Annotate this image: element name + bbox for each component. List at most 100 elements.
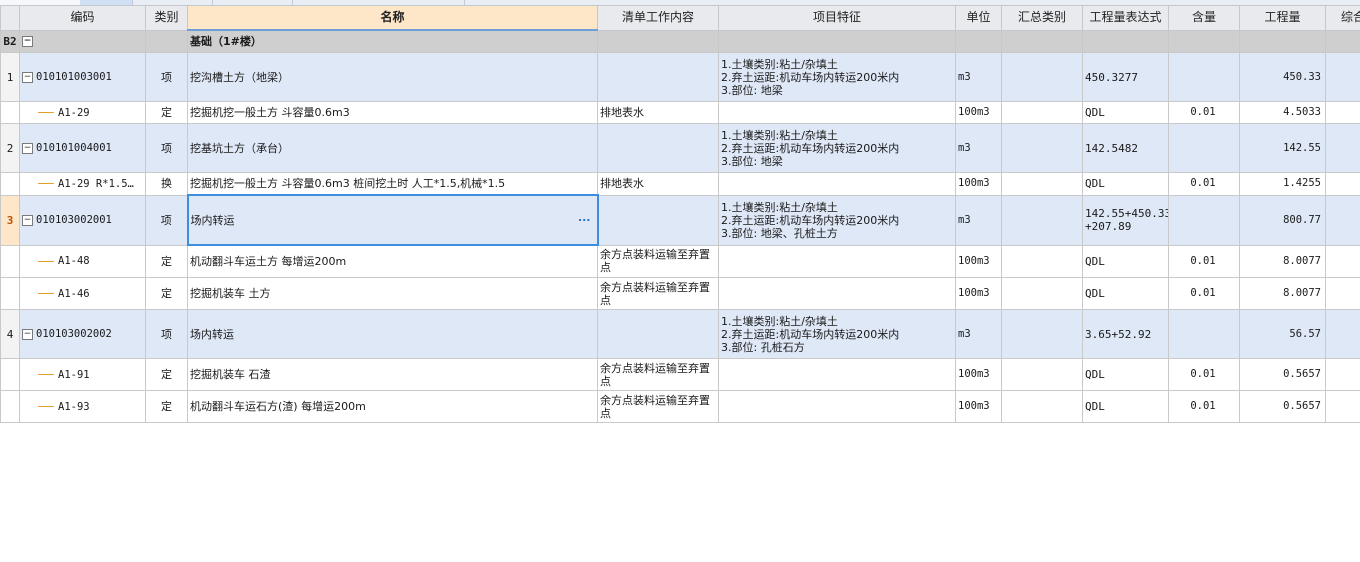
row-number[interactable] <box>0 172 20 196</box>
col-quantity-expression[interactable]: 工程量表达式 <box>1082 5 1169 31</box>
type-cell[interactable]: 定 <box>145 277 188 310</box>
col-feature[interactable]: 项目特征 <box>718 5 956 31</box>
type-cell[interactable] <box>145 29 188 53</box>
quantity-cell[interactable]: 142.55 <box>1239 123 1326 173</box>
summary-type-cell[interactable] <box>1001 244 1083 278</box>
bill-item-row[interactable]: 4−010103002002 项场内转运 1.土壤类别:粘土/杂填土 2.弃土运距:… <box>0 309 1360 359</box>
unit-cell[interactable]: 100m3 <box>955 172 1002 196</box>
code-cell[interactable]: A1-29 R*1.5… <box>19 172 146 196</box>
type-cell[interactable]: 定 <box>145 101 188 124</box>
content-cell[interactable]: 0.01 <box>1168 101 1240 124</box>
unit-cell[interactable] <box>955 29 1002 53</box>
quota-row[interactable]: A1-48 定机动翻斗车运土方 每增运200m 余方点装料运输至弃置点 100m3 QD… <box>0 244 1360 278</box>
work-content-cell[interactable]: 余方点装料运输至弃置点 <box>597 277 719 310</box>
work-cell[interactable] <box>597 29 719 53</box>
quantity-expression-cell[interactable]: 142.5482 <box>1082 123 1169 173</box>
quota-row[interactable]: A1-93 定机动翻斗车运石方(渣) 每增运200m 余方点装料运输至弃置点 100m… <box>0 390 1360 423</box>
code-cell[interactable]: A1-93 <box>19 390 146 423</box>
unit-cell[interactable]: m3 <box>955 52 1002 102</box>
content-cell[interactable]: 0.01 <box>1168 358 1240 391</box>
collapse-toggle-icon[interactable]: − <box>22 36 33 48</box>
col-composite[interactable]: 综合 <box>1325 5 1360 31</box>
summary-type-cell[interactable] <box>1001 52 1083 102</box>
quantity-cell[interactable]: 8.0077 <box>1239 244 1326 278</box>
type-cell[interactable]: 定 <box>145 358 188 391</box>
collapse-toggle-icon[interactable]: − <box>22 328 33 340</box>
name-cell[interactable]: 挖基坑土方（承台） <box>187 123 598 173</box>
feature-cell[interactable] <box>718 29 956 53</box>
feature-cell[interactable]: 1.土壤类别:粘土/杂填土 2.弃土运距:机动车场内转运200米内 3.部位: … <box>718 123 956 173</box>
name-cell[interactable]: 挖掘机挖一般土方 斗容量0.6m3 桩间挖土时 人工*1.5,机械*1.5 <box>187 172 598 196</box>
row-number[interactable] <box>0 277 20 310</box>
quota-row[interactable]: A1-46 定挖掘机装车 土方 余方点装料运输至弃置点 100m3 QDL 0.01 8.0… <box>0 277 1360 310</box>
summary-type-cell[interactable] <box>1001 309 1083 359</box>
type-cell[interactable]: 项 <box>145 52 188 102</box>
composite-cell[interactable]: 2 <box>1325 390 1360 423</box>
type-cell[interactable]: 项 <box>145 194 188 246</box>
composite-cell[interactable] <box>1325 29 1360 53</box>
work-content-cell[interactable]: 余方点装料运输至弃置点 <box>597 358 719 391</box>
col-work-content[interactable]: 清单工作内容 <box>597 5 719 31</box>
feature-cell[interactable] <box>718 244 956 278</box>
quantity-expression-cell[interactable]: 3.65+52.92 <box>1082 309 1169 359</box>
content-cell[interactable]: 0.01 <box>1168 390 1240 423</box>
work-content-cell[interactable]: 排地表水 <box>597 172 719 196</box>
name-cell[interactable]: 挖沟槽土方（地梁） <box>187 52 598 102</box>
code-cell[interactable]: −010101003001 <box>19 52 146 102</box>
content-cell[interactable] <box>1168 309 1240 359</box>
expr-cell[interactable] <box>1082 29 1169 53</box>
name-cell[interactable]: 挖掘机装车 土方 <box>187 277 598 310</box>
quantity-expression-cell[interactable]: 450.3277 <box>1082 52 1169 102</box>
work-content-cell[interactable] <box>597 123 719 173</box>
col-rownum[interactable] <box>0 5 20 31</box>
quantity-expression-cell[interactable]: 142.55+450.33 +207.89 <box>1082 194 1169 246</box>
content-cell[interactable]: 0.01 <box>1168 244 1240 278</box>
composite-cell[interactable] <box>1325 52 1360 102</box>
composite-cell[interactable]: 2 <box>1325 277 1360 310</box>
feature-cell[interactable]: 1.土壤类别:粘土/杂填土 2.弃土运距:机动车场内转运200米内 3.部位: … <box>718 194 956 246</box>
name-cell[interactable]: 机动翻斗车运石方(渣) 每增运200m <box>187 390 598 423</box>
content-cell[interactable] <box>1168 29 1240 53</box>
summary-type-cell[interactable] <box>1001 358 1083 391</box>
quantity-cell[interactable]: 0.5657 <box>1239 390 1326 423</box>
content-cell[interactable] <box>1168 52 1240 102</box>
quantity-expression-cell[interactable]: QDL <box>1082 172 1169 196</box>
row-number[interactable] <box>0 101 20 124</box>
unit-cell[interactable]: m3 <box>955 194 1002 246</box>
code-cell[interactable]: A1-46 <box>19 277 146 310</box>
work-content-cell[interactable] <box>597 52 719 102</box>
quantity-expression-cell[interactable]: QDL <box>1082 244 1169 278</box>
unit-cell[interactable]: m3 <box>955 123 1002 173</box>
name-cell[interactable]: 场内转运 <box>187 309 598 359</box>
col-content[interactable]: 含量 <box>1168 5 1240 31</box>
work-content-cell[interactable]: 余方点装料运输至弃置点 <box>597 244 719 278</box>
unit-cell[interactable]: 100m3 <box>955 244 1002 278</box>
quota-row[interactable]: A1-29 定挖掘机挖一般土方 斗容量0.6m3 排地表水 100m3 QDL 0.01 4… <box>0 101 1360 124</box>
composite-cell[interactable] <box>1325 101 1360 124</box>
composite-cell[interactable] <box>1325 309 1360 359</box>
collapse-toggle-icon[interactable]: − <box>22 71 33 83</box>
feature-cell[interactable]: 1.土壤类别:粘土/杂填土 2.弃土运距:机动车场内转运200米内 3.部位: … <box>718 309 956 359</box>
more-button[interactable]: ··· <box>578 214 591 227</box>
name-cell[interactable]: 机动翻斗车运土方 每增运200m <box>187 244 598 278</box>
collapse-toggle-icon[interactable]: − <box>22 142 33 154</box>
unit-cell[interactable]: 100m3 <box>955 358 1002 391</box>
code-cell[interactable]: −010103002001 <box>19 194 146 246</box>
content-cell[interactable]: 0.01 <box>1168 172 1240 196</box>
content-cell[interactable]: 0.01 <box>1168 277 1240 310</box>
composite-cell[interactable]: 4 <box>1325 358 1360 391</box>
work-content-cell[interactable] <box>597 309 719 359</box>
type-cell[interactable]: 项 <box>145 123 188 173</box>
row-number[interactable] <box>0 244 20 278</box>
quantity-expression-cell[interactable]: QDL <box>1082 277 1169 310</box>
row-number[interactable] <box>0 358 20 391</box>
qty-cell[interactable] <box>1239 29 1326 53</box>
summary-type-cell[interactable] <box>1001 390 1083 423</box>
summary-type-cell[interactable] <box>1001 194 1083 246</box>
name-cell[interactable]: 挖掘机装车 石渣 <box>187 358 598 391</box>
work-content-cell[interactable]: 排地表水 <box>597 101 719 124</box>
unit-cell[interactable]: 100m3 <box>955 390 1002 423</box>
row-number[interactable]: B2 <box>0 29 20 53</box>
summary-type-cell[interactable] <box>1001 277 1083 310</box>
summary-type-cell[interactable] <box>1001 123 1083 173</box>
